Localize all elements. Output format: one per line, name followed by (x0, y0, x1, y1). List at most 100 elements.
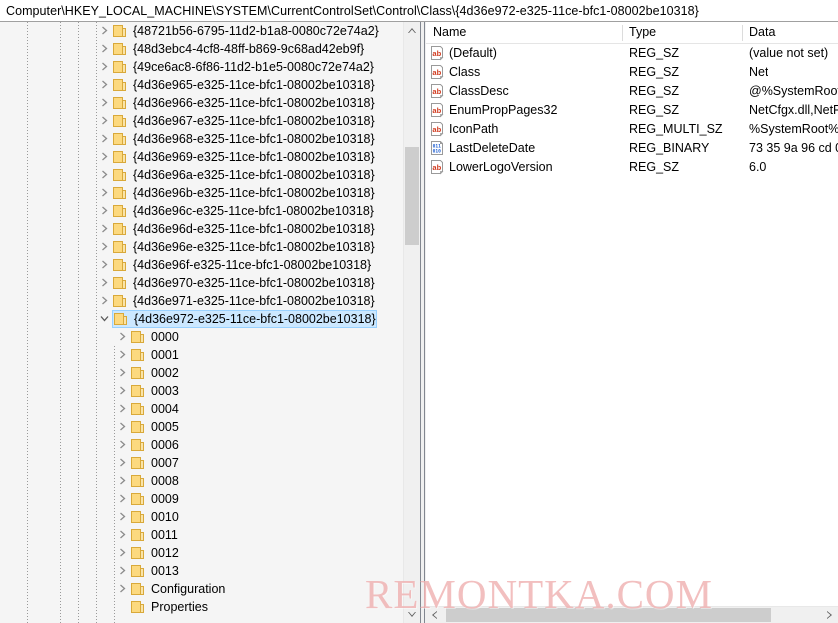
tree-item[interactable]: {4d36e96e-e325-11ce-bfc1-08002be10318} (0, 238, 403, 256)
registry-key-tree-panel[interactable]: {48721b56-6795-11d2-b1a8-0080c72e74a2} {4… (0, 22, 420, 623)
tree-item[interactable]: {4d36e969-e325-11ce-bfc1-08002be10318} (0, 148, 403, 166)
chevron-right-icon[interactable] (114, 418, 130, 436)
registry-value-row[interactable]: ab EnumPropPages32 REG_SZ NetCfgx.dll,NetP (426, 101, 838, 120)
tree-item[interactable]: 0003 (0, 382, 403, 400)
tree-item-content[interactable]: {4d36e965-e325-11ce-bfc1-08002be10318} (112, 76, 375, 94)
tree-item-content[interactable]: 0000 (130, 328, 179, 346)
chevron-right-icon[interactable] (96, 130, 112, 148)
chevron-right-icon[interactable] (96, 238, 112, 256)
chevron-right-icon[interactable] (114, 472, 130, 490)
tree-item[interactable]: {4d36e971-e325-11ce-bfc1-08002be10318} (0, 292, 403, 310)
tree-item-content[interactable]: {4d36e972-e325-11ce-bfc1-08002be10318} (112, 310, 377, 328)
tree-item[interactable]: {4d36e96a-e325-11ce-bfc1-08002be10318} (0, 166, 403, 184)
tree-item-content[interactable]: {4d36e96c-e325-11ce-bfc1-08002be10318} (112, 202, 374, 220)
chevron-right-icon[interactable] (96, 166, 112, 184)
chevron-right-icon[interactable] (96, 22, 112, 40)
tree-item-content[interactable]: {4d36e967-e325-11ce-bfc1-08002be10318} (112, 112, 375, 130)
tree-item-content[interactable]: {48d3ebc4-4cf8-48ff-b869-9c68ad42eb9f} (112, 40, 364, 58)
chevron-right-icon[interactable] (96, 112, 112, 130)
chevron-right-icon[interactable] (114, 382, 130, 400)
chevron-right-icon[interactable] (96, 58, 112, 76)
registry-value-row[interactable]: ab IconPath REG_MULTI_SZ %SystemRoot%\ (426, 120, 838, 139)
chevron-right-icon[interactable] (114, 328, 130, 346)
tree-item-content[interactable]: {4d36e96e-e325-11ce-bfc1-08002be10318} (112, 238, 375, 256)
tree-item[interactable]: {4d36e965-e325-11ce-bfc1-08002be10318} (0, 76, 403, 94)
scroll-right-icon[interactable] (821, 607, 838, 623)
tree-item[interactable]: 0006 (0, 436, 403, 454)
tree-item-content[interactable]: {4d36e96a-e325-11ce-bfc1-08002be10318} (112, 166, 375, 184)
registry-value-row[interactable]: ab (Default) REG_SZ (value not set) (426, 44, 838, 63)
chevron-right-icon[interactable] (114, 364, 130, 382)
chevron-right-icon[interactable] (96, 76, 112, 94)
tree-item[interactable]: 0005 (0, 418, 403, 436)
chevron-right-icon[interactable] (114, 562, 130, 580)
registry-value-row[interactable]: ab Class REG_SZ Net (426, 63, 838, 82)
tree-item-content[interactable]: 0002 (130, 364, 179, 382)
tree-item[interactable]: {4d36e970-e325-11ce-bfc1-08002be10318} (0, 274, 403, 292)
chevron-right-icon[interactable] (114, 526, 130, 544)
tree-item[interactable]: {4d36e967-e325-11ce-bfc1-08002be10318} (0, 112, 403, 130)
chevron-right-icon[interactable] (114, 400, 130, 418)
tree-item-content[interactable]: 0003 (130, 382, 179, 400)
tree-item-content[interactable]: 0013 (130, 562, 179, 580)
tree-item-content[interactable]: {4d36e96b-e325-11ce-bfc1-08002be10318} (112, 184, 375, 202)
chevron-right-icon[interactable] (114, 454, 130, 472)
scroll-up-icon[interactable] (404, 22, 420, 39)
column-header-name[interactable]: Name (426, 22, 622, 43)
tree-item-content[interactable]: Configuration (130, 580, 225, 598)
tree-item[interactable]: {48721b56-6795-11d2-b1a8-0080c72e74a2} (0, 22, 403, 40)
chevron-right-icon[interactable] (96, 148, 112, 166)
chevron-right-icon[interactable] (114, 544, 130, 562)
tree-vertical-scrollbar[interactable] (403, 22, 420, 623)
tree-item[interactable]: {4d36e96c-e325-11ce-bfc1-08002be10318} (0, 202, 403, 220)
tree-scrollbar-thumb[interactable] (405, 147, 419, 245)
list-scrollbar-thumb[interactable] (446, 608, 771, 622)
tree-item[interactable]: 0001 (0, 346, 403, 364)
chevron-right-icon[interactable] (114, 436, 130, 454)
tree-item[interactable]: {4d36e96f-e325-11ce-bfc1-08002be10318} (0, 256, 403, 274)
chevron-right-icon[interactable] (96, 256, 112, 274)
tree-item-content[interactable]: {4d36e969-e325-11ce-bfc1-08002be10318} (112, 148, 375, 166)
tree-item-content[interactable]: 0010 (130, 508, 179, 526)
chevron-right-icon[interactable] (114, 346, 130, 364)
tree-item[interactable]: 0002 (0, 364, 403, 382)
tree-item-content[interactable]: 0009 (130, 490, 179, 508)
chevron-right-icon[interactable] (96, 220, 112, 238)
tree-item-content[interactable]: 0008 (130, 472, 179, 490)
tree-item-content[interactable]: 0006 (130, 436, 179, 454)
registry-value-row[interactable]: ab LowerLogoVersion REG_SZ 6.0 (426, 158, 838, 177)
tree-item[interactable]: 0007 (0, 454, 403, 472)
panel-splitter[interactable] (420, 22, 425, 623)
tree-item[interactable]: 0012 (0, 544, 403, 562)
list-horizontal-scrollbar[interactable] (426, 606, 838, 623)
tree-item-content[interactable]: 0001 (130, 346, 179, 364)
tree-item[interactable]: {49ce6ac8-6f86-11d2-b1e5-0080c72e74a2} (0, 58, 403, 76)
tree-item[interactable]: 0011 (0, 526, 403, 544)
tree-item[interactable]: 0008 (0, 472, 403, 490)
tree-item-content[interactable]: 0004 (130, 400, 179, 418)
chevron-right-icon[interactable] (114, 580, 130, 598)
chevron-down-icon[interactable] (96, 310, 112, 328)
tree-item-content[interactable]: 0005 (130, 418, 179, 436)
tree-item[interactable]: 0000 (0, 328, 403, 346)
chevron-right-icon[interactable] (96, 274, 112, 292)
tree-item-content[interactable]: Properties (130, 598, 208, 616)
tree-item[interactable]: {4d36e966-e325-11ce-bfc1-08002be10318} (0, 94, 403, 112)
tree-item[interactable]: 0010 (0, 508, 403, 526)
chevron-right-icon[interactable] (96, 94, 112, 112)
chevron-right-icon[interactable] (96, 202, 112, 220)
tree-item-content[interactable]: {4d36e968-e325-11ce-bfc1-08002be10318} (112, 130, 375, 148)
registry-value-row[interactable]: 011 010 LastDeleteDate REG_BINARY 73 35 9a 9… (426, 139, 838, 158)
chevron-right-icon[interactable] (114, 508, 130, 526)
scroll-left-icon[interactable] (426, 607, 443, 623)
column-header-data[interactable]: Data (742, 22, 838, 43)
chevron-right-icon[interactable] (96, 40, 112, 58)
registry-values-panel[interactable]: Name Type Data ab (Default) REG_SZ (value n… (426, 22, 838, 623)
tree-item-content[interactable]: 0007 (130, 454, 179, 472)
tree-item-content[interactable]: {4d36e970-e325-11ce-bfc1-08002be10318} (112, 274, 375, 292)
tree-item[interactable]: {4d36e972-e325-11ce-bfc1-08002be10318} (0, 310, 403, 328)
tree-item[interactable]: {4d36e96b-e325-11ce-bfc1-08002be10318} (0, 184, 403, 202)
tree-item-content[interactable]: 0012 (130, 544, 179, 562)
chevron-right-icon[interactable] (96, 292, 112, 310)
scroll-down-icon[interactable] (404, 606, 420, 623)
